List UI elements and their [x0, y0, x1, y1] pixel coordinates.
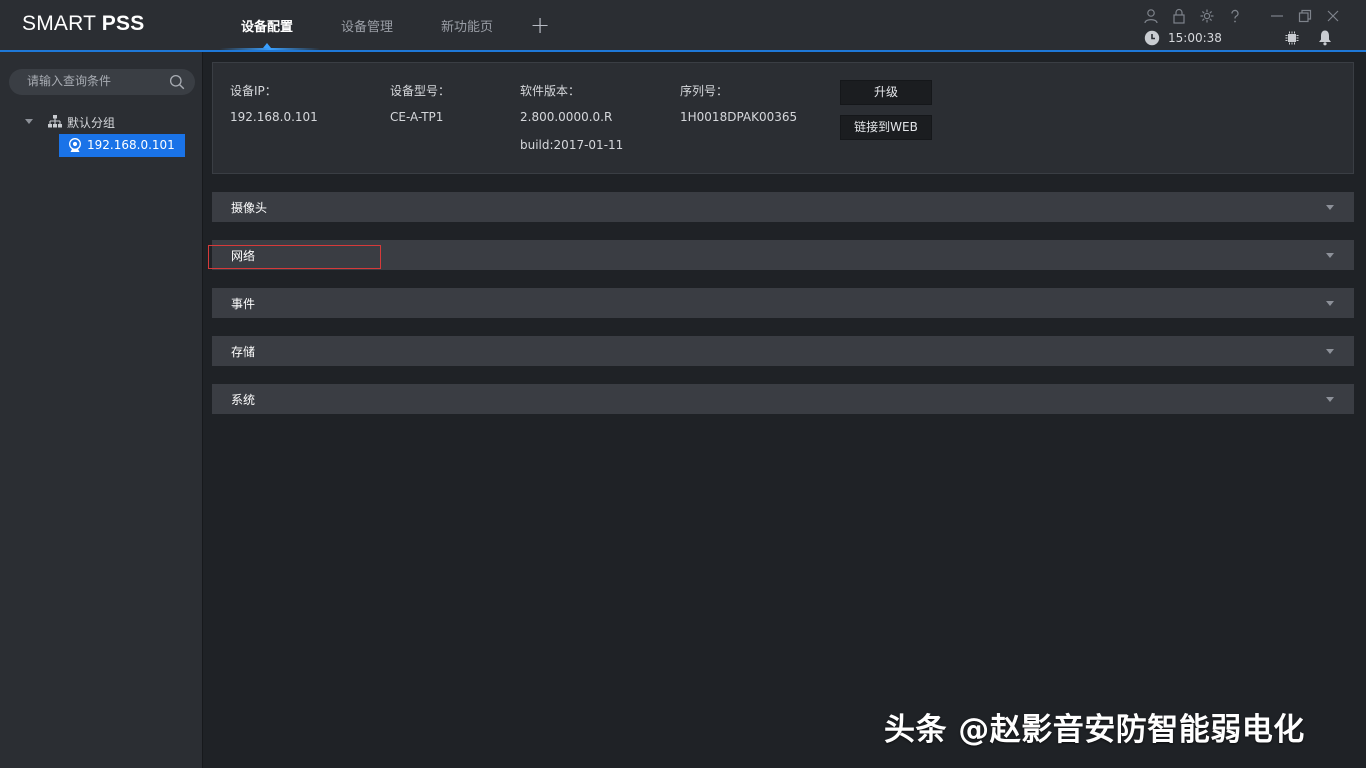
bell-icon[interactable]: [1317, 29, 1333, 46]
clock-time: 15:00:38: [1168, 31, 1222, 45]
build-date-value: build:2017-01-11: [520, 138, 624, 152]
active-tab-indicator: [220, 48, 320, 50]
close-icon[interactable]: [1325, 8, 1341, 24]
tree-device-label: 192.168.0.101: [87, 138, 175, 152]
logo-text-bold: PSS: [101, 12, 145, 35]
minimize-icon[interactable]: [1269, 8, 1285, 24]
logo-text-light: SMART: [22, 12, 102, 35]
app-logo: SMART PSS: [22, 12, 144, 36]
link-to-web-button[interactable]: 链接到WEB: [840, 115, 932, 140]
cpu-icon[interactable]: [1284, 30, 1300, 46]
group-tree-icon: [48, 115, 62, 128]
section-system-label: 系统: [231, 393, 256, 407]
search-box: [9, 69, 195, 95]
lock-icon[interactable]: [1171, 8, 1187, 24]
clock-icon: [1144, 30, 1160, 46]
tree-group-label[interactable]: 默认分组: [67, 114, 115, 131]
add-tab-button[interactable]: +: [530, 13, 550, 37]
serial-label: 序列号：: [680, 84, 729, 98]
section-storage[interactable]: 存储: [212, 336, 1354, 366]
gear-icon[interactable]: [1199, 8, 1215, 24]
ip-label: 设备IP：: [230, 84, 277, 98]
title-bar: SMART PSS 设备配置 设备管理 新功能页 + 15:00:38: [0, 0, 1366, 52]
help-icon[interactable]: [1227, 8, 1243, 24]
section-network[interactable]: 网络: [212, 240, 1354, 270]
search-input[interactable]: [27, 74, 167, 88]
device-tree-sidebar: 默认分组 192.168.0.101: [0, 52, 203, 768]
ip-value: 192.168.0.101: [230, 110, 318, 124]
chevron-down-icon: [1326, 205, 1334, 210]
software-version-value: 2.800.0000.0.R: [520, 110, 613, 124]
annotation-highlight-box: [208, 245, 381, 269]
section-event-label: 事件: [231, 297, 256, 311]
chevron-down-icon: [1326, 253, 1334, 258]
tab-device-manage[interactable]: 设备管理: [341, 16, 393, 50]
model-label: 设备型号：: [390, 84, 451, 98]
tree-expand-caret-icon[interactable]: [25, 119, 33, 124]
tree-device-node[interactable]: 192.168.0.101: [59, 134, 185, 157]
model-value: CE-A-TP1: [390, 110, 444, 124]
serial-value: 1H0018DPAK00365: [680, 110, 798, 124]
tab-new-features[interactable]: 新功能页: [441, 16, 493, 50]
section-camera[interactable]: 摄像头: [212, 192, 1354, 222]
software-version-label: 软件版本：: [520, 84, 581, 98]
user-icon[interactable]: [1143, 8, 1159, 24]
section-event[interactable]: 事件: [212, 288, 1354, 318]
section-camera-label: 摄像头: [231, 201, 268, 215]
chevron-down-icon: [1326, 349, 1334, 354]
chevron-down-icon: [1326, 301, 1334, 306]
restore-icon[interactable]: [1297, 8, 1313, 24]
upgrade-button[interactable]: 升级: [840, 80, 932, 105]
section-storage-label: 存储: [231, 345, 256, 359]
search-icon[interactable]: [169, 74, 185, 90]
chevron-down-icon: [1326, 397, 1334, 402]
watermark-text: 头条 @赵影音安防智能弱电化: [884, 712, 1305, 748]
active-tab-caret: [263, 43, 271, 48]
camera-icon: [69, 138, 81, 152]
device-info-panel: 设备IP： 192.168.0.101 设备型号： CE-A-TP1 软件版本：…: [212, 62, 1354, 174]
section-system[interactable]: 系统: [212, 384, 1354, 414]
